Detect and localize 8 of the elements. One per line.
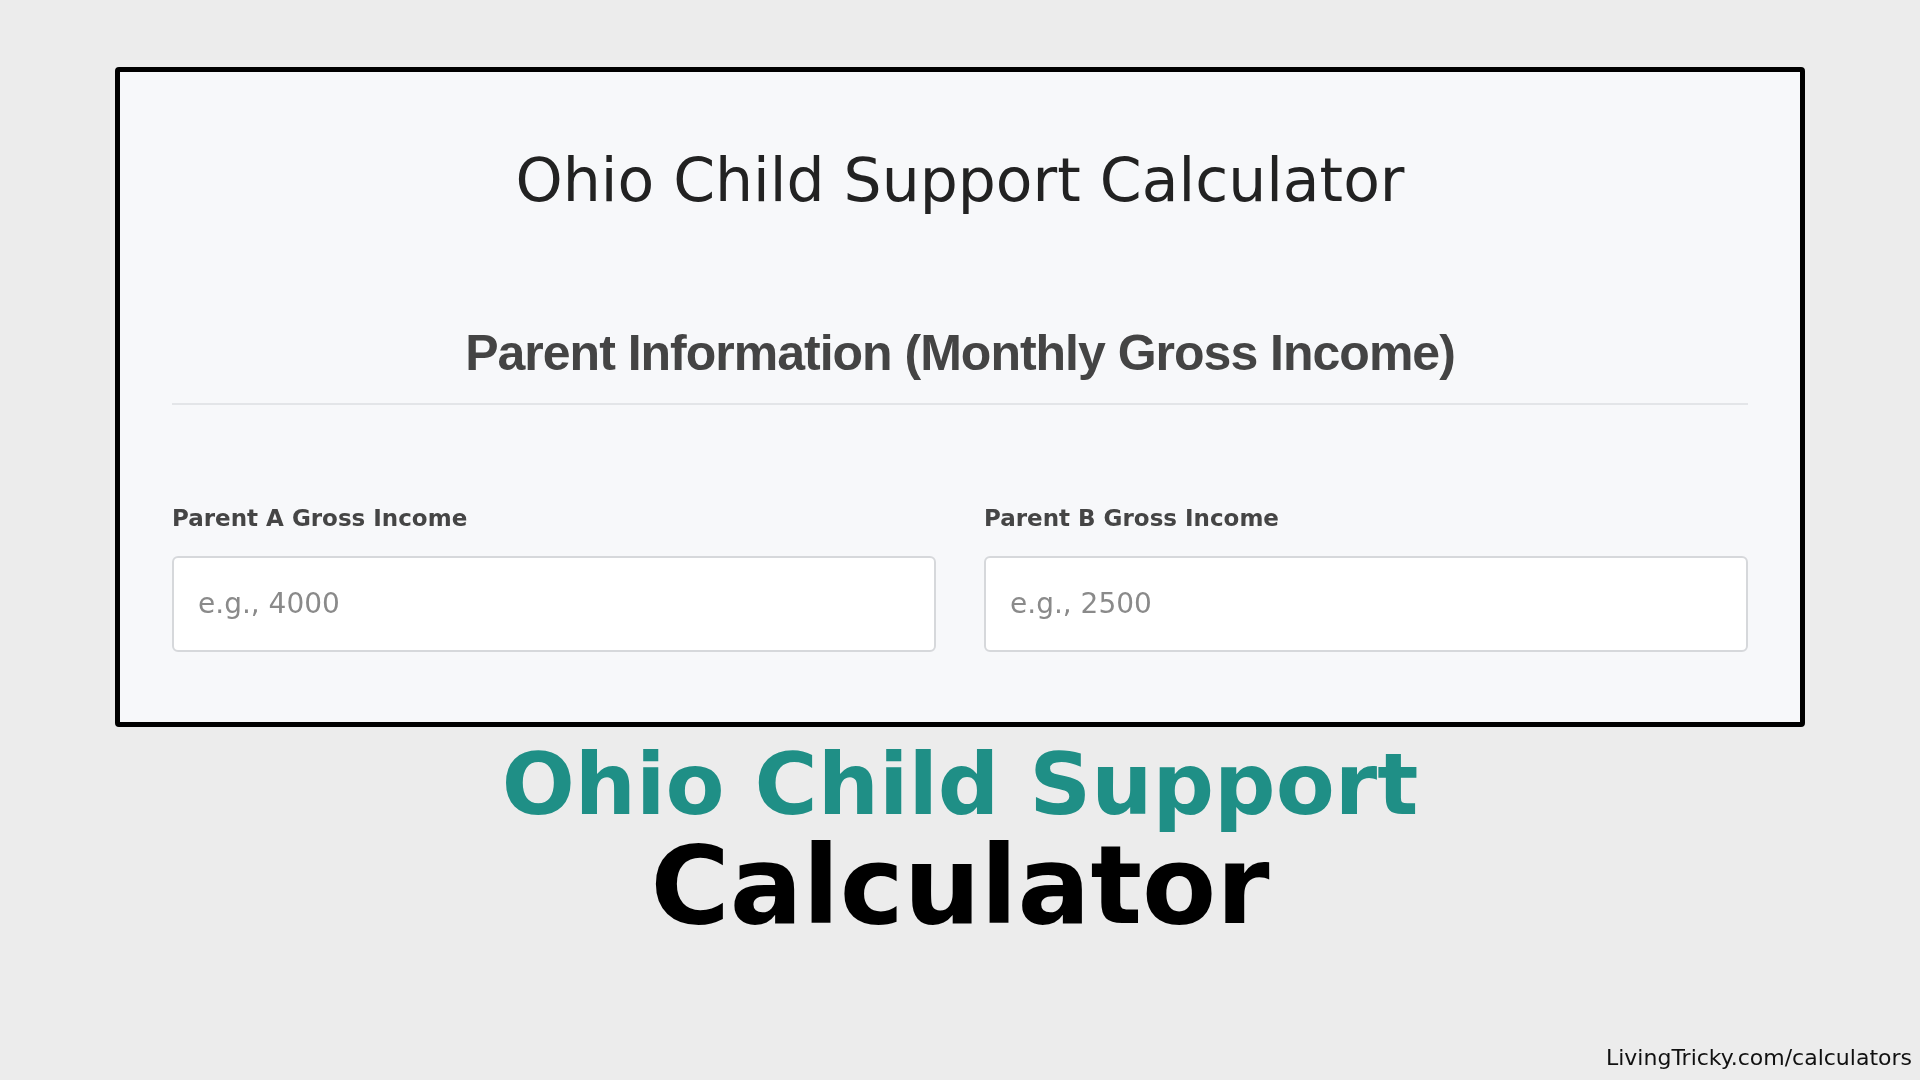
section-heading: Parent Information (Monthly Gross Income) [464, 326, 1456, 381]
field-label: Parent A Gross Income [172, 504, 469, 533]
income-field[interactable]: e.g., 4000 [172, 555, 936, 652]
income-field[interactable]: e.g., 2500 [984, 555, 1748, 652]
headline-text: Ohio Child Support [501, 739, 1419, 830]
calculator-title: Ohio Child Support Calculator [514, 144, 1406, 216]
field-label: Parent B Gross Income [984, 504, 1280, 533]
credit-text: LivingTricky.com/calculators [1606, 1044, 1912, 1072]
